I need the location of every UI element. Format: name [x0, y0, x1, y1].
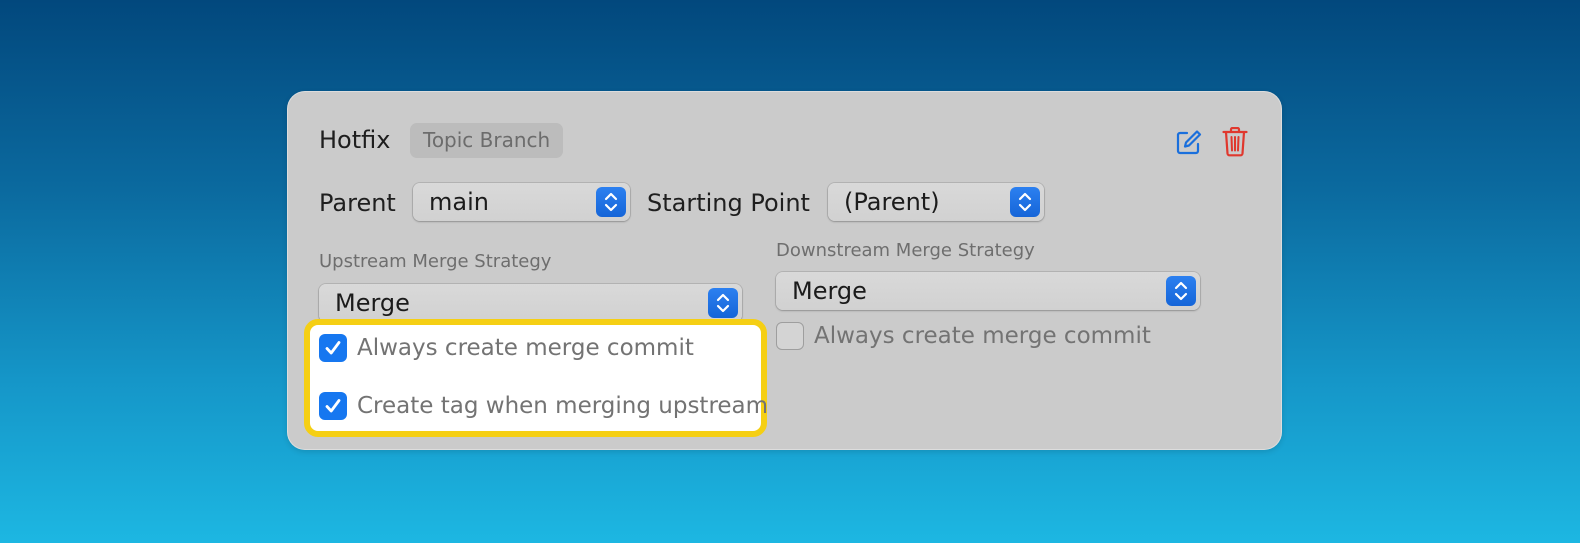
chevron-up-down-icon [708, 288, 738, 318]
downstream-always-merge-commit-option[interactable]: Always create merge commit [776, 321, 1151, 351]
upstream-create-tag-checkbox[interactable] [319, 392, 347, 420]
upstream-always-merge-commit-option[interactable]: Always create merge commit [319, 333, 694, 363]
starting-point-select-value: (Parent) [844, 188, 940, 216]
edit-icon[interactable] [1175, 127, 1203, 157]
branch-title: Hotfix [319, 126, 391, 154]
upstream-always-merge-commit-label: Always create merge commit [357, 335, 694, 361]
upstream-strategy-label: Upstream Merge Strategy [319, 251, 552, 272]
downstream-strategy-value: Merge [792, 277, 867, 305]
parent-select-value: main [429, 188, 489, 216]
downstream-strategy-select[interactable]: Merge [776, 272, 1200, 310]
downstream-strategy-label: Downstream Merge Strategy [776, 240, 1035, 261]
chevron-up-down-icon [1166, 276, 1196, 306]
branch-type-badge: Topic Branch [410, 123, 564, 158]
upstream-create-tag-label: Create tag when merging upstream [357, 393, 769, 419]
downstream-always-merge-commit-checkbox[interactable] [776, 322, 804, 350]
chevron-up-down-icon [596, 187, 626, 217]
upstream-strategy-value: Merge [335, 289, 410, 317]
trash-icon[interactable] [1221, 127, 1249, 157]
parent-select[interactable]: main [413, 183, 630, 221]
parent-label: Parent [319, 189, 396, 217]
starting-point-label: Starting Point [647, 189, 810, 217]
upstream-create-tag-option[interactable]: Create tag when merging upstream [319, 391, 768, 421]
upstream-always-merge-commit-checkbox[interactable] [319, 334, 347, 362]
downstream-always-merge-commit-label: Always create merge commit [814, 323, 1151, 349]
upstream-strategy-select[interactable]: Merge [319, 284, 742, 322]
chevron-up-down-icon [1010, 187, 1040, 217]
starting-point-select[interactable]: (Parent) [828, 183, 1044, 221]
branch-type-card: Hotfix Topic Branch Parent main Starting… [287, 91, 1282, 450]
